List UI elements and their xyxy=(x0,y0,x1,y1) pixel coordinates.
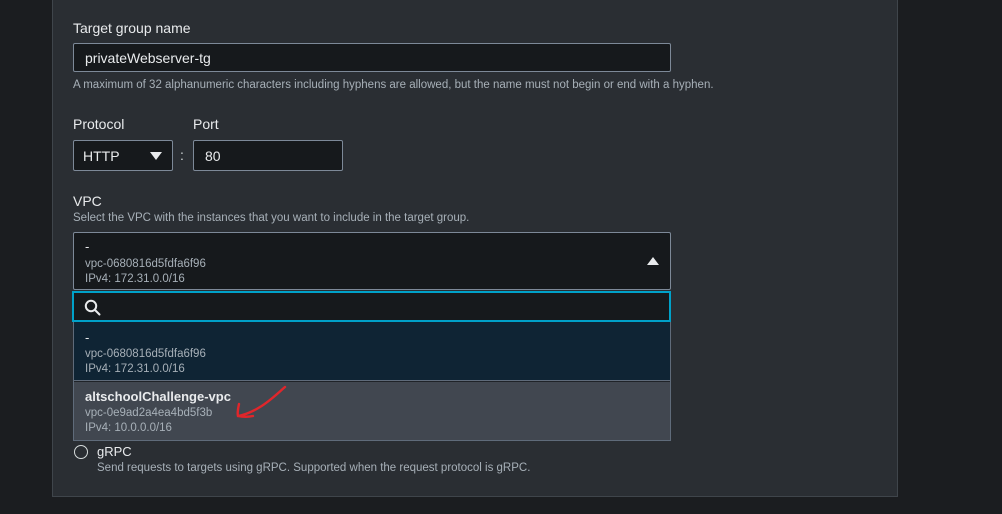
vpc-help: Select the VPC with the instances that y… xyxy=(73,212,470,224)
port-label: Port xyxy=(193,116,219,132)
arrow-annotation-icon xyxy=(236,385,287,418)
vpc-option-cidr: IPv4: 10.0.0.0/16 xyxy=(85,422,172,434)
vpc-option-id: vpc-0680816d5fdfa6f96 xyxy=(85,348,206,360)
grpc-help: Send requests to targets using gRPC. Sup… xyxy=(97,462,531,474)
target-group-name-input[interactable]: privateWebserver-tg xyxy=(73,43,671,72)
vpc-select[interactable]: - vpc-0680816d5fdfa6f96 IPv4: 172.31.0.0… xyxy=(73,232,671,290)
vpc-option-id: vpc-0e9ad2a4ea4bd5f3b xyxy=(85,407,213,419)
vpc-option-default[interactable]: - vpc-0680816d5fdfa6f96 IPv4: 172.31.0.0… xyxy=(74,322,670,381)
port-value: 80 xyxy=(205,147,221,164)
port-input[interactable]: 80 xyxy=(193,140,343,171)
vpc-option-name: - xyxy=(85,330,90,345)
vpc-option-altschool[interactable]: altschoolChallenge-vpc vpc-0e9ad2a4ea4bd… xyxy=(74,382,670,440)
vpc-option-name: altschoolChallenge-vpc xyxy=(85,389,231,404)
grpc-label: gRPC xyxy=(97,444,132,459)
vpc-label: VPC xyxy=(73,193,102,209)
search-icon xyxy=(84,299,101,316)
protocol-value: HTTP xyxy=(83,148,120,164)
vpc-search-input[interactable] xyxy=(72,291,671,322)
protocol-label: Protocol xyxy=(73,116,125,132)
protocol-select[interactable]: HTTP xyxy=(73,140,173,171)
grpc-radio[interactable] xyxy=(74,445,88,459)
vpc-options-list: - vpc-0680816d5fdfa6f96 IPv4: 172.31.0.0… xyxy=(73,322,671,441)
vpc-option-cidr: IPv4: 172.31.0.0/16 xyxy=(85,363,185,375)
chevron-up-icon xyxy=(647,257,659,265)
vpc-selected-name: - xyxy=(85,239,90,254)
chevron-down-icon xyxy=(150,152,162,160)
target-group-name-value: privateWebserver-tg xyxy=(85,49,211,66)
target-group-name-help: A maximum of 32 alphanumeric characters … xyxy=(73,79,714,91)
protocol-port-separator: : xyxy=(180,147,184,163)
vpc-selected-cidr: IPv4: 172.31.0.0/16 xyxy=(85,273,185,285)
vpc-selected-id: vpc-0680816d5fdfa6f96 xyxy=(85,258,206,270)
target-group-name-label: Target group name xyxy=(73,20,191,36)
